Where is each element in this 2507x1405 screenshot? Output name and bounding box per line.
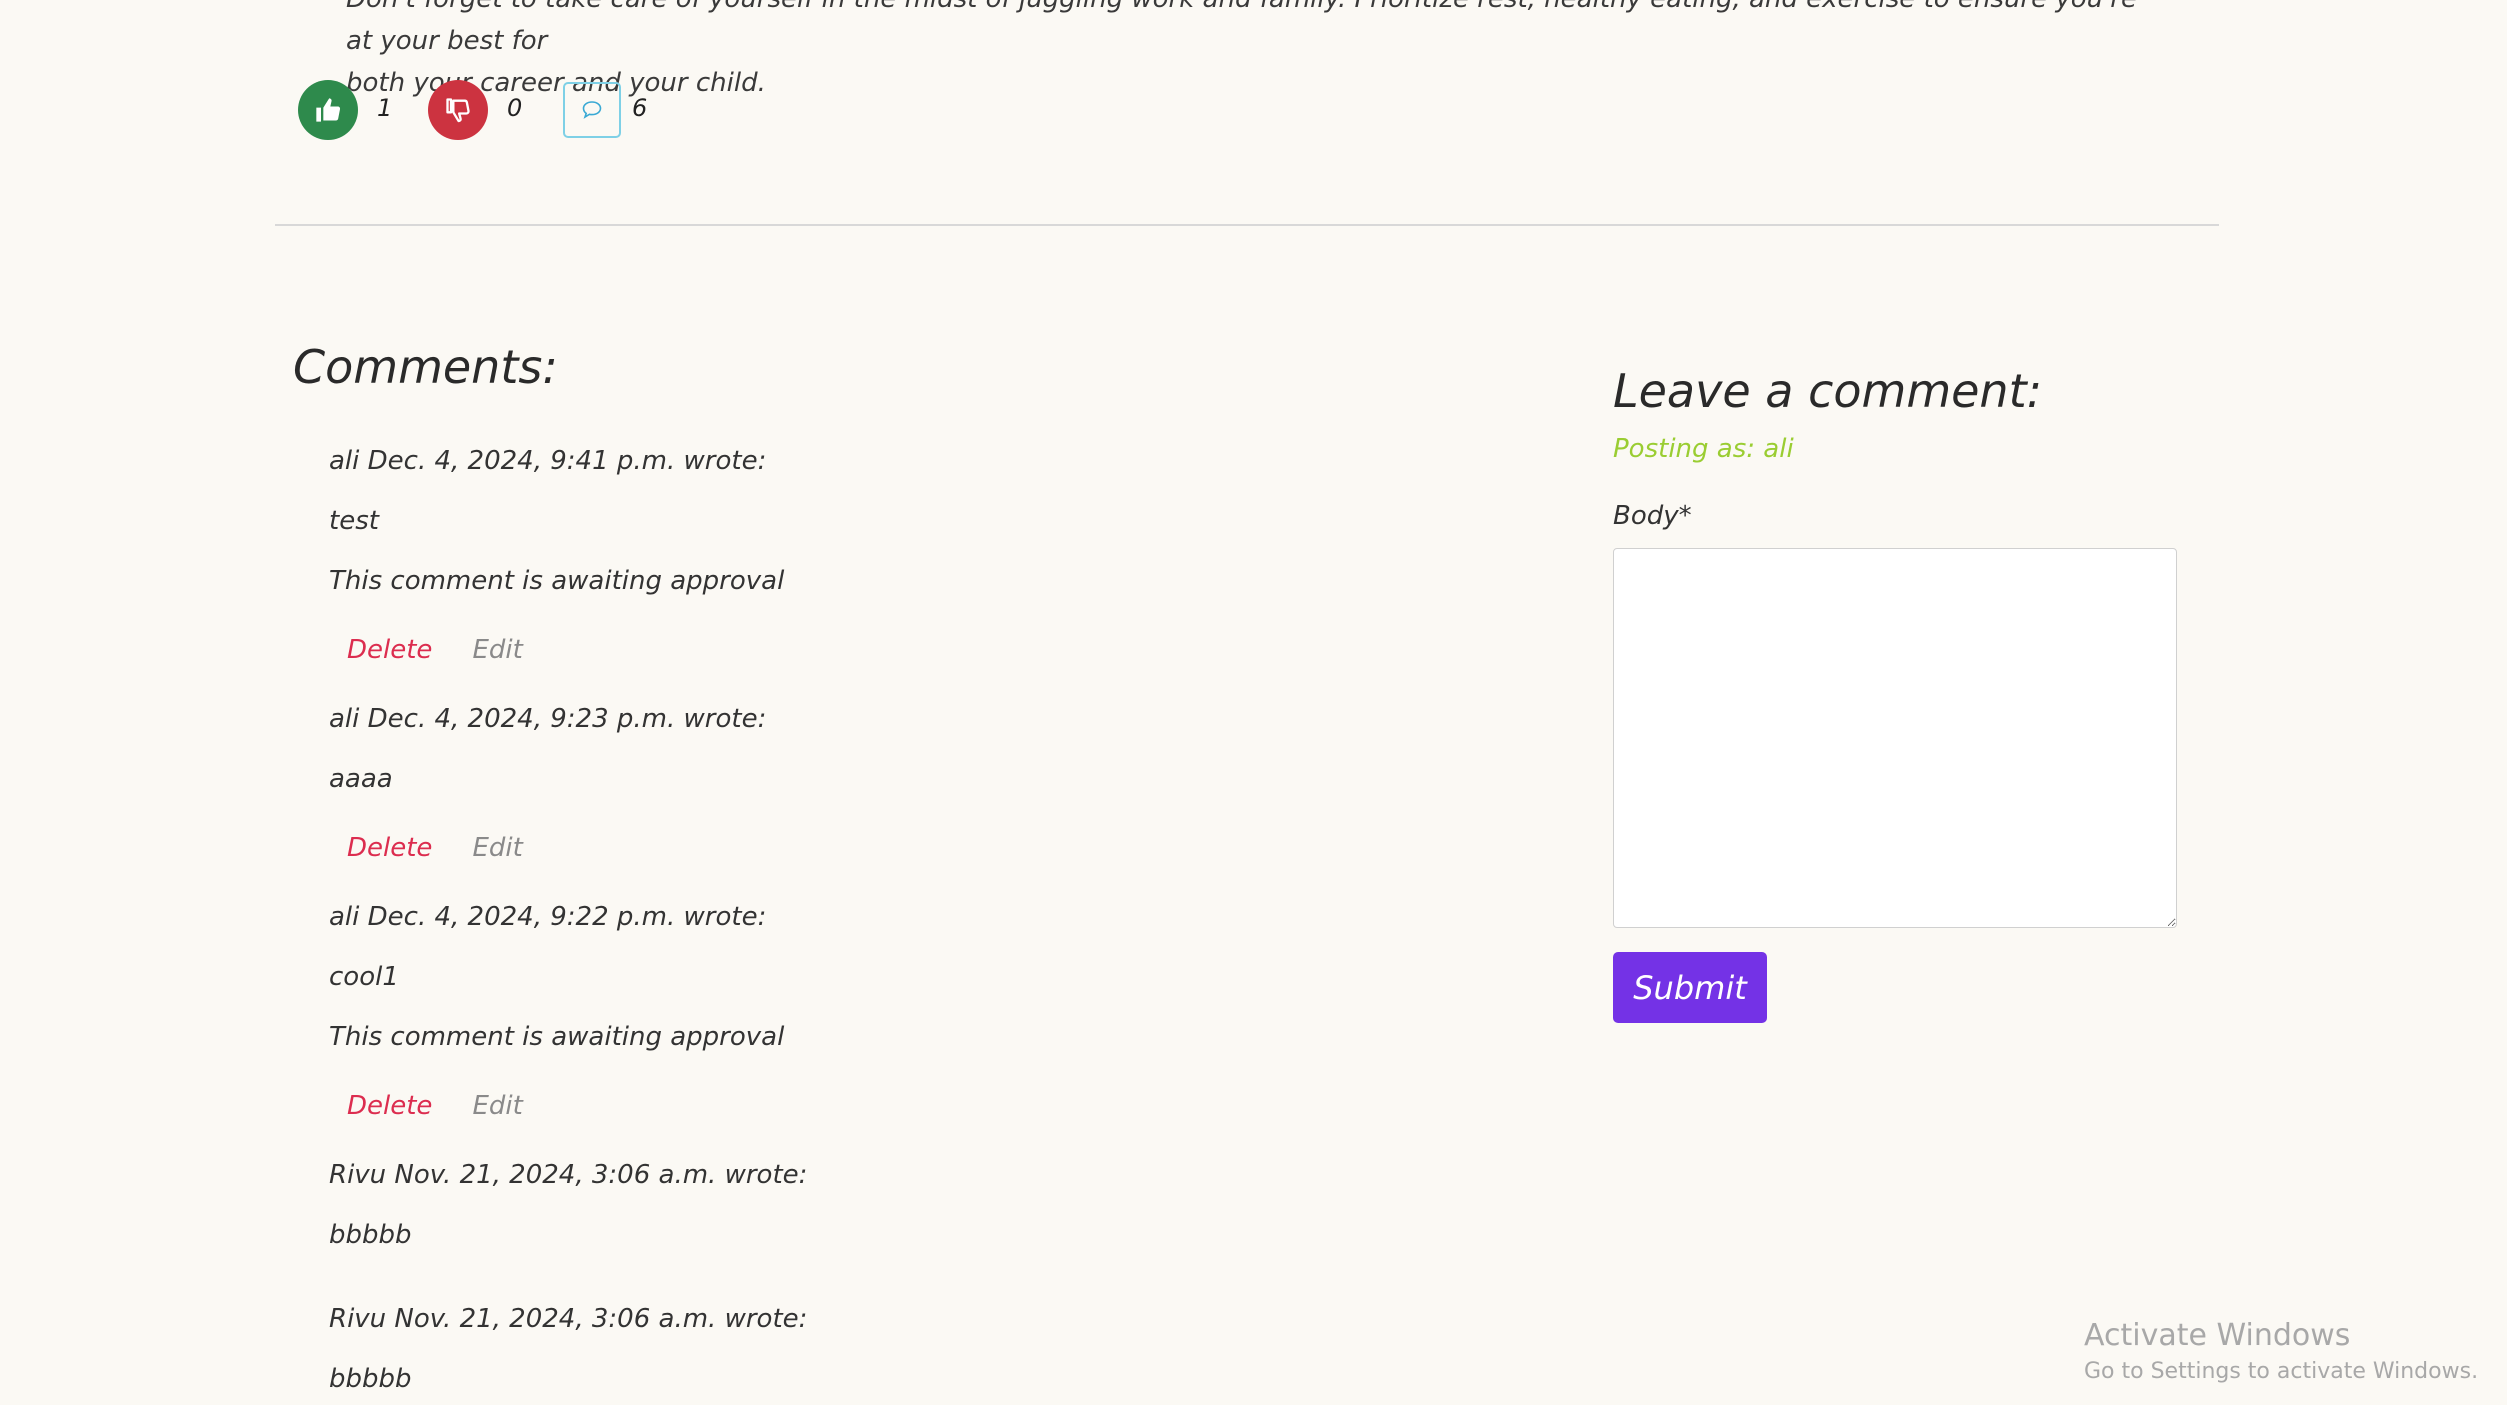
- chat-bubble-icon: [582, 101, 602, 119]
- comments-heading: Comments:: [293, 340, 558, 394]
- comment-author-line: Rivu Nov. 21, 2024, 3:06 a.m. wrote:: [329, 1304, 808, 1334]
- comment-author-line: ali Dec. 4, 2024, 9:41 p.m. wrote:: [329, 446, 767, 476]
- comment-body: aaaa: [329, 764, 393, 794]
- edit-comment-button[interactable]: Edit: [472, 833, 522, 863]
- comment-count: 6: [632, 94, 648, 122]
- activate-windows-watermark: Activate Windows Go to Settings to activ…: [2084, 1318, 2478, 1384]
- delete-comment-button[interactable]: Delete: [347, 1091, 432, 1121]
- comment-body-field[interactable]: [1613, 548, 2177, 928]
- comment-actions: Delete Edit: [347, 833, 523, 863]
- delete-comment-button[interactable]: Delete: [347, 635, 432, 665]
- comment-body: cool1: [329, 962, 399, 992]
- watermark-subtitle: Go to Settings to activate Windows.: [2084, 1359, 2479, 1384]
- body-label: Body*: [1613, 501, 1692, 531]
- comment-count-button[interactable]: [563, 82, 621, 138]
- delete-comment-button[interactable]: Delete: [347, 833, 432, 863]
- leave-comment-heading: Leave a comment:: [1613, 364, 2043, 418]
- comment-body: bbbbb: [329, 1220, 412, 1250]
- like-button[interactable]: [298, 80, 358, 140]
- thumbs-up-icon: [316, 98, 341, 122]
- comment-actions: Delete Edit: [347, 635, 523, 665]
- posting-as-label: Posting as: ali: [1613, 434, 1794, 464]
- comment-status: This comment is awaiting approval: [329, 566, 785, 596]
- edit-comment-button[interactable]: Edit: [472, 1091, 522, 1121]
- comment-author-line: ali Dec. 4, 2024, 9:23 p.m. wrote:: [329, 704, 767, 734]
- comment-status: This comment is awaiting approval: [329, 1022, 785, 1052]
- watermark-title: Activate Windows: [2084, 1318, 2351, 1353]
- like-count: 1: [377, 94, 393, 122]
- submit-button[interactable]: Submit: [1613, 952, 1767, 1023]
- dislike-button[interactable]: [428, 80, 488, 140]
- comment-body: bbbbb: [329, 1364, 412, 1394]
- dislike-count: 0: [507, 94, 523, 122]
- comment-body: test: [329, 506, 379, 536]
- comment-author-line: ali Dec. 4, 2024, 9:22 p.m. wrote:: [329, 902, 767, 932]
- post-body-line-2: both your career and your child.: [346, 68, 766, 98]
- post-body-line-1: Don't forget to take care of yourself in…: [346, 0, 2137, 56]
- thumbs-down-icon: [446, 98, 470, 123]
- comment-author-line: Rivu Nov. 21, 2024, 3:06 a.m. wrote:: [329, 1160, 808, 1190]
- comment-actions: Delete Edit: [347, 1091, 523, 1121]
- section-divider: [275, 224, 2219, 226]
- edit-comment-button[interactable]: Edit: [472, 635, 522, 665]
